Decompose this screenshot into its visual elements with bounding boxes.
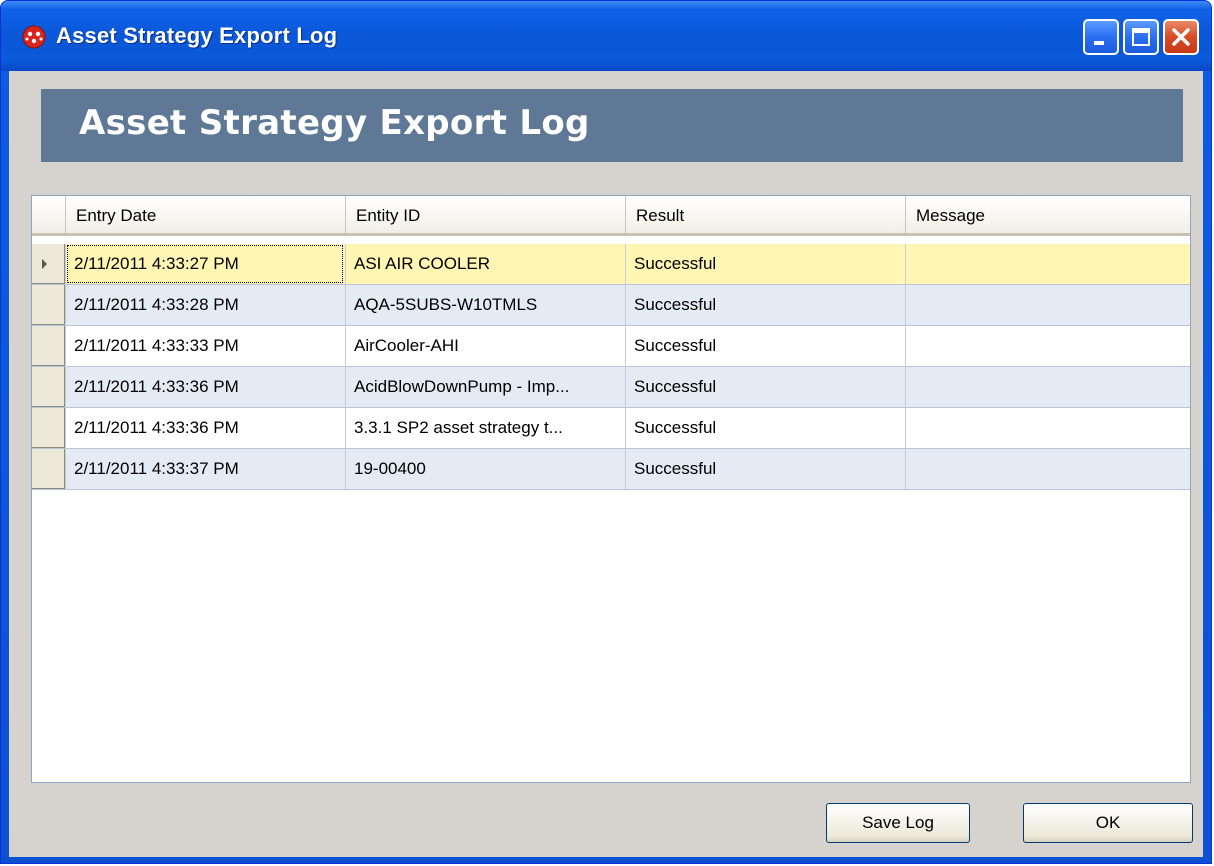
cell-entry-date[interactable]: 2/11/2011 4:33:36 PM bbox=[65, 367, 345, 407]
table-row[interactable]: 2/11/2011 4:33:36 PM 3.3.1 SP2 asset str… bbox=[32, 408, 1190, 449]
cell-entity-id[interactable]: ASI AIR COOLER bbox=[345, 244, 625, 284]
column-header-entity-id[interactable]: Entity ID bbox=[345, 196, 625, 233]
cell-entry-date[interactable]: 2/11/2011 4:33:27 PM bbox=[65, 244, 345, 284]
row-selector[interactable] bbox=[32, 408, 65, 448]
current-row-arrow-icon bbox=[42, 259, 47, 269]
row-selector[interactable] bbox=[32, 367, 65, 407]
column-header-message[interactable]: Message bbox=[905, 196, 1190, 233]
cell-entity-id[interactable]: 19-00400 bbox=[345, 449, 625, 489]
maximize-button[interactable] bbox=[1123, 19, 1159, 55]
cell-result[interactable]: Successful bbox=[625, 408, 905, 448]
row-selector[interactable] bbox=[32, 285, 65, 325]
cell-entry-date[interactable]: 2/11/2011 4:33:33 PM bbox=[65, 326, 345, 366]
cell-message[interactable] bbox=[905, 449, 1190, 489]
table-row[interactable]: 2/11/2011 4:33:28 PM AQA-5SUBS-W10TMLS S… bbox=[32, 285, 1190, 326]
cell-message[interactable] bbox=[905, 367, 1190, 407]
column-header-result[interactable]: Result bbox=[625, 196, 905, 233]
cell-entity-id[interactable]: AcidBlowDownPump - Imp... bbox=[345, 367, 625, 407]
table-row[interactable]: 2/11/2011 4:33:36 PM AcidBlowDownPump - … bbox=[32, 367, 1190, 408]
save-log-button[interactable]: Save Log bbox=[826, 803, 970, 843]
grid-header: Entry Date Entity ID Result Message bbox=[32, 196, 1190, 236]
header-banner: Asset Strategy Export Log bbox=[41, 89, 1183, 162]
cell-result[interactable]: Successful bbox=[625, 367, 905, 407]
row-selector[interactable] bbox=[32, 449, 65, 489]
cell-message[interactable] bbox=[905, 285, 1190, 325]
cell-message[interactable] bbox=[905, 408, 1190, 448]
close-button[interactable] bbox=[1163, 19, 1199, 55]
title-bar[interactable]: Asset Strategy Export Log bbox=[1, 1, 1211, 71]
ok-button[interactable]: OK bbox=[1023, 803, 1193, 843]
cell-message[interactable] bbox=[905, 326, 1190, 366]
export-log-grid[interactable]: Entry Date Entity ID Result Message 2/11… bbox=[31, 195, 1191, 783]
cell-entity-id[interactable]: AirCooler-AHI bbox=[345, 326, 625, 366]
row-selector[interactable] bbox=[32, 244, 65, 284]
cell-entry-date[interactable]: 2/11/2011 4:33:28 PM bbox=[65, 285, 345, 325]
dialog-window: Asset Strategy Export Log Asset Strategy… bbox=[0, 0, 1212, 864]
cell-message[interactable] bbox=[905, 244, 1190, 284]
red-molecule-icon bbox=[22, 25, 46, 49]
cell-result[interactable]: Successful bbox=[625, 449, 905, 489]
table-row[interactable]: 2/11/2011 4:33:27 PM ASI AIR COOLER Succ… bbox=[32, 244, 1190, 285]
maximize-icon bbox=[1132, 28, 1150, 46]
close-icon bbox=[1172, 28, 1190, 46]
cell-result[interactable]: Successful bbox=[625, 326, 905, 366]
cell-entity-id[interactable]: AQA-5SUBS-W10TMLS bbox=[345, 285, 625, 325]
cell-result[interactable]: Successful bbox=[625, 244, 905, 284]
table-row[interactable]: 2/11/2011 4:33:33 PM AirCooler-AHI Succe… bbox=[32, 326, 1190, 367]
minimize-icon bbox=[1094, 41, 1104, 45]
minimize-button[interactable] bbox=[1083, 19, 1119, 55]
cell-entry-date[interactable]: 2/11/2011 4:33:37 PM bbox=[65, 449, 345, 489]
header-row-selector bbox=[32, 196, 65, 233]
dialog-client-area: Asset Strategy Export Log Entry Date Ent… bbox=[9, 71, 1203, 857]
cell-entry-date[interactable]: 2/11/2011 4:33:36 PM bbox=[65, 408, 345, 448]
banner-title: Asset Strategy Export Log bbox=[79, 103, 590, 143]
column-header-entry-date[interactable]: Entry Date bbox=[65, 196, 345, 233]
window-title: Asset Strategy Export Log bbox=[56, 23, 338, 48]
cell-result[interactable]: Successful bbox=[625, 285, 905, 325]
row-selector[interactable] bbox=[32, 326, 65, 366]
table-row[interactable]: 2/11/2011 4:33:37 PM 19-00400 Successful bbox=[32, 449, 1190, 490]
cell-entity-id[interactable]: 3.3.1 SP2 asset strategy t... bbox=[345, 408, 625, 448]
